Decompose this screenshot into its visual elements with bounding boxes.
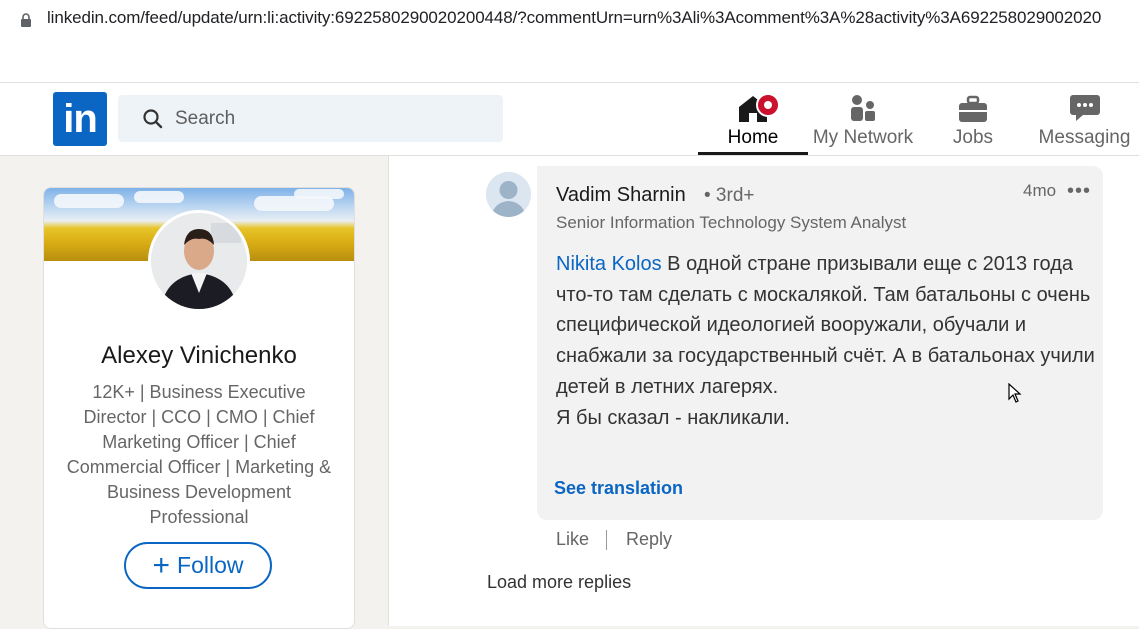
briefcase-icon: [959, 95, 987, 122]
mention-link[interactable]: Nikita Kolos: [556, 253, 662, 275]
profile-headline: 12K+ | Business Executive Director | CCO…: [66, 382, 332, 527]
search-box[interactable]: [118, 95, 503, 142]
search-input[interactable]: [173, 106, 477, 131]
comment-bubble: Vadim Sharnin • 3rd+ Senior Information …: [537, 166, 1103, 520]
notification-badge: [756, 93, 780, 117]
comment-author[interactable]: Vadim Sharnin: [556, 184, 686, 207]
browser-address-bar[interactable]: linkedin.com/feed/update/urn:li:activity…: [0, 0, 1139, 40]
follow-button[interactable]: + Follow: [124, 542, 272, 589]
feed-post-comments: Vadim Sharnin • 3rd+ Senior Information …: [388, 156, 1139, 626]
plus-icon: +: [152, 548, 171, 582]
profile-avatar[interactable]: [148, 210, 250, 312]
url-text[interactable]: linkedin.com/feed/update/urn:li:activity…: [47, 8, 1139, 28]
chat-bubble-icon: [1069, 95, 1100, 121]
nav-home[interactable]: Home: [698, 89, 808, 155]
follow-label: Follow: [177, 552, 244, 578]
see-translation-link[interactable]: See translation: [554, 478, 683, 499]
nav-messaging-label: Messaging: [1038, 127, 1131, 148]
lock-icon: [21, 13, 31, 27]
search-icon: [143, 108, 163, 128]
nav-my-network[interactable]: My Network: [808, 89, 918, 155]
more-options-icon[interactable]: •••: [1067, 180, 1091, 203]
action-divider: [606, 529, 608, 550]
top-navigation: in Home My Network: [0, 83, 1139, 156]
comment-author-title: Senior Information Technology System Ana…: [556, 213, 907, 232]
load-more-replies-button[interactable]: Load more replies: [487, 572, 631, 593]
commenter-avatar[interactable]: [486, 172, 531, 217]
nav-jobs-label: Jobs: [952, 127, 994, 148]
person-photo-icon: [151, 213, 247, 309]
comment-text: Nikita Kolos В одной стране призывали ещ…: [556, 249, 1096, 433]
profile-card: Alexey Vinichenko 12K+ | Business Execut…: [43, 187, 355, 629]
nav-jobs[interactable]: Jobs: [922, 89, 1024, 155]
like-button[interactable]: Like: [556, 529, 589, 550]
profile-name[interactable]: Alexey Vinichenko: [44, 342, 354, 370]
bookmarks-bar: [0, 40, 1139, 83]
mouse-cursor-icon: [1008, 383, 1022, 403]
comment-timestamp: 4mo: [1023, 181, 1057, 200]
comment-actions: Like Reply: [556, 529, 672, 550]
comment-body-line2: Я бы сказал - накликали.: [556, 406, 790, 429]
nav-home-label: Home: [727, 127, 779, 148]
people-icon: [851, 95, 875, 121]
nav-network-label: My Network: [812, 127, 914, 148]
connection-degree: • 3rd+: [704, 185, 755, 206]
default-person-icon: [486, 172, 531, 217]
linkedin-logo[interactable]: in: [53, 92, 107, 146]
reply-button[interactable]: Reply: [626, 529, 672, 550]
nav-messaging[interactable]: Messaging: [1030, 89, 1139, 155]
